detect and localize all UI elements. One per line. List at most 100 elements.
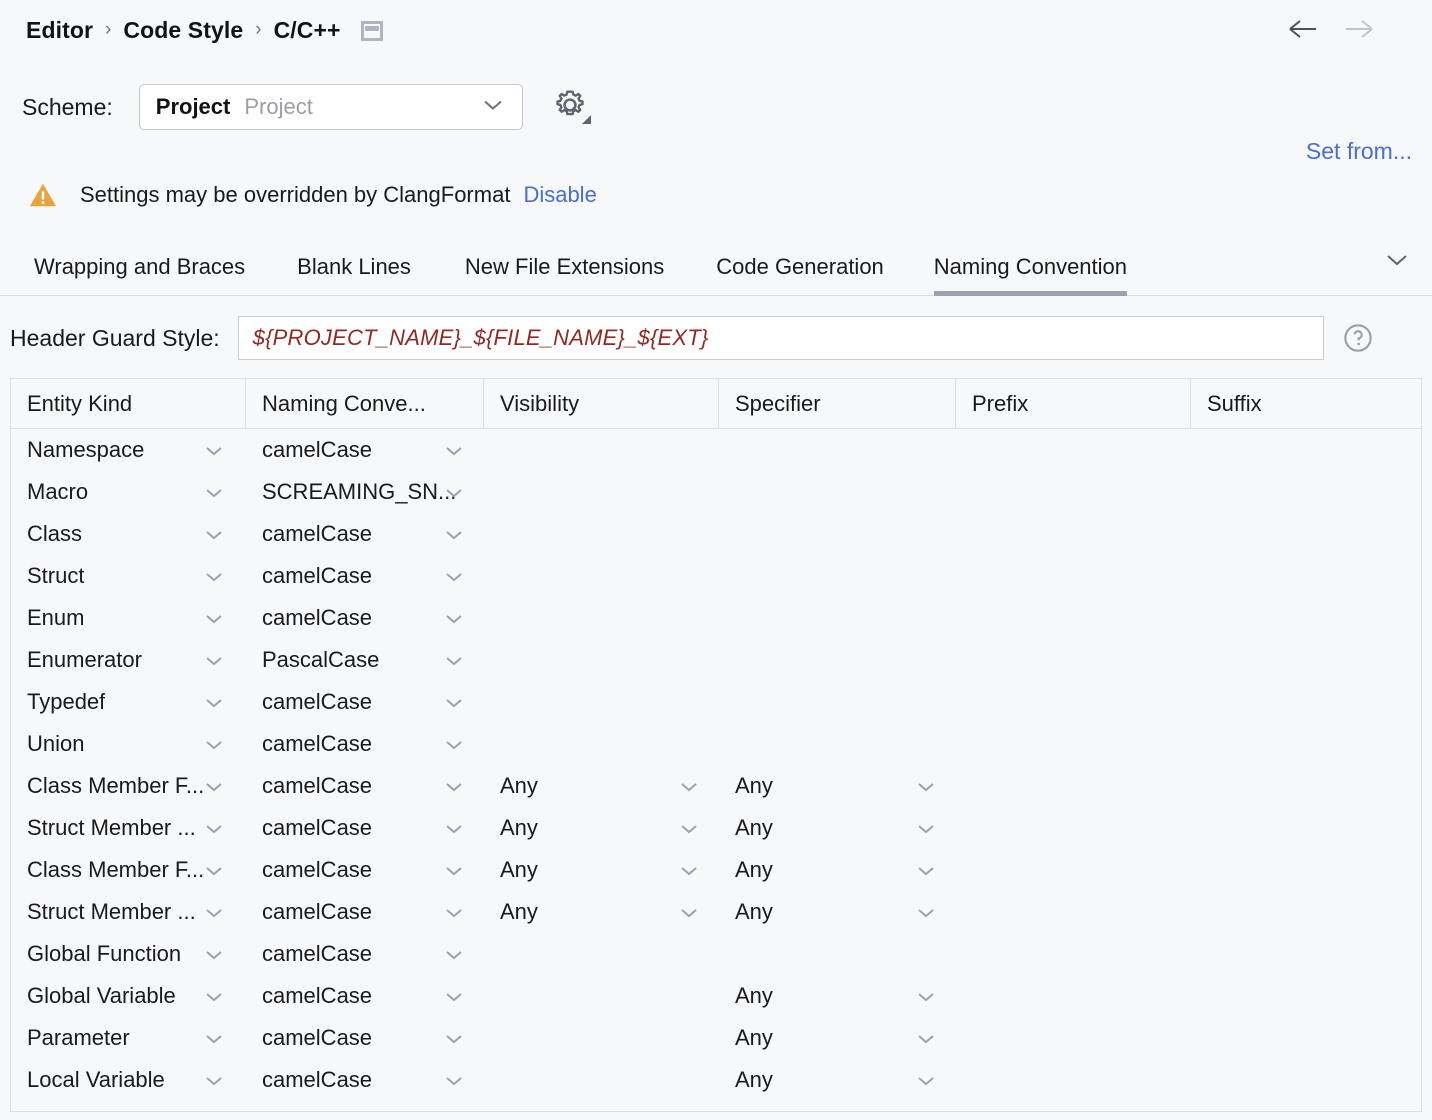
cell-entity-kind[interactable]: Class Member F... <box>11 849 246 891</box>
cell-visibility[interactable]: Any <box>484 765 719 807</box>
table-row[interactable]: Class Member F...camelCaseAnyAny <box>11 765 1421 807</box>
tab-naming-convention[interactable]: Naming Convention <box>934 240 1127 296</box>
cell-naming-convention[interactable]: camelCase <box>246 975 484 1017</box>
cell-entity-kind[interactable]: Typedef <box>11 681 246 723</box>
table-row[interactable]: NamespacecamelCase <box>11 429 1421 471</box>
cell-specifier[interactable]: Any <box>719 891 956 933</box>
cell-specifier <box>719 681 956 723</box>
column-header-suffix[interactable]: Suffix <box>1191 379 1421 428</box>
cell-entity-kind[interactable]: Global Variable <box>11 975 246 1017</box>
table-row[interactable]: Enum camelCase <box>11 597 1421 639</box>
cell-entity-kind[interactable]: Struct Member ... <box>11 891 246 933</box>
tab-new-file-extensions[interactable]: New File Extensions <box>465 240 664 296</box>
column-header-naming-convention[interactable]: Naming Conve... <box>246 379 484 428</box>
column-header-prefix[interactable]: Prefix <box>956 379 1191 428</box>
cell-naming-convention[interactable]: camelCase <box>246 891 484 933</box>
cell-specifier <box>719 555 956 597</box>
gear-icon[interactable] <box>553 88 589 126</box>
tab-blank-lines[interactable]: Blank Lines <box>297 240 411 296</box>
cell-entity-kind[interactable]: Enumerator <box>11 639 246 681</box>
cell-specifier[interactable]: Any <box>719 849 956 891</box>
cell-naming-convention[interactable]: PascalCase <box>246 639 484 681</box>
cell-entity-kind[interactable]: Class <box>11 513 246 555</box>
cell-entity-kind[interactable]: Struct <box>11 555 246 597</box>
tab-code-generation[interactable]: Code Generation <box>716 240 884 296</box>
cell-prefix <box>956 471 1191 513</box>
table-row[interactable]: EnumeratorPascalCase <box>11 639 1421 681</box>
cell-visibility[interactable]: Any <box>484 849 719 891</box>
cell-naming-convention[interactable]: camelCase <box>246 723 484 765</box>
cell-entity-kind[interactable]: Macro <box>11 471 246 513</box>
cell-entity-kind[interactable]: Class Member F... <box>11 765 246 807</box>
cell-naming-convention[interactable]: camelCase <box>246 681 484 723</box>
cell-value: Any <box>500 857 538 883</box>
scheme-select[interactable]: Project Project <box>139 84 523 130</box>
cell-visibility[interactable]: Any <box>484 891 719 933</box>
tab-wrapping-and-braces[interactable]: Wrapping and Braces <box>34 240 245 296</box>
table-row[interactable]: ClasscamelCase <box>11 513 1421 555</box>
cell-naming-convention[interactable]: camelCase <box>246 765 484 807</box>
cell-naming-convention[interactable]: camelCase <box>246 1017 484 1059</box>
breadcrumb-item-code-style[interactable]: Code Style <box>123 17 243 44</box>
cell-naming-convention[interactable]: SCREAMING_SN... <box>246 471 484 513</box>
chevron-down-icon <box>444 696 464 714</box>
header-guard-value: ${PROJECT_NAME}_${FILE_NAME}_${EXT} <box>253 325 709 351</box>
table-row[interactable]: Macro SCREAMING_SN... <box>11 471 1421 513</box>
cell-value: Struct <box>27 563 84 589</box>
table-row[interactable]: Class Member F...camelCase Any Any <box>11 849 1421 891</box>
table-row[interactable]: ParametercamelCase Any <box>11 1017 1421 1059</box>
chevron-down-icon <box>204 780 224 798</box>
cell-suffix <box>1191 1059 1421 1101</box>
table-row[interactable]: Local VariablecamelCase Any <box>11 1059 1421 1101</box>
chevron-down-icon[interactable] <box>1384 252 1410 273</box>
help-circle-icon[interactable] <box>1342 322 1374 354</box>
chevron-down-icon <box>679 780 699 798</box>
cell-specifier[interactable]: Any <box>719 975 956 1017</box>
cell-specifier[interactable]: Any <box>719 1017 956 1059</box>
cell-specifier[interactable]: Any <box>719 765 956 807</box>
cell-suffix <box>1191 597 1421 639</box>
cell-entity-kind[interactable]: Global Function <box>11 933 246 975</box>
cell-entity-kind[interactable]: Local Variable <box>11 1059 246 1101</box>
breadcrumb-item-cpp[interactable]: C/C++ <box>274 17 341 44</box>
cell-naming-convention[interactable]: camelCase <box>246 807 484 849</box>
column-header-visibility[interactable]: Visibility <box>484 379 719 428</box>
cell-naming-convention[interactable]: camelCase <box>246 933 484 975</box>
cell-entity-kind[interactable]: Namespace <box>11 429 246 471</box>
table-row[interactable]: Struct Member ... camelCase AnyAny <box>11 807 1421 849</box>
arrow-left-icon[interactable] <box>1286 14 1320 44</box>
cell-naming-convention[interactable]: camelCase <box>246 849 484 891</box>
breadcrumb: Editor › Code Style › C/C++ <box>26 12 383 48</box>
column-header-entity-kind[interactable]: Entity Kind <box>11 379 246 428</box>
set-from-link[interactable]: Set from... <box>1306 138 1412 165</box>
table-row[interactable]: Struct camelCase <box>11 555 1421 597</box>
cell-naming-convention[interactable]: camelCase <box>246 513 484 555</box>
cell-specifier[interactable]: Any <box>719 807 956 849</box>
breadcrumb-item-editor[interactable]: Editor <box>26 17 93 44</box>
header-guard-input[interactable]: ${PROJECT_NAME}_${FILE_NAME}_${EXT} <box>238 316 1324 360</box>
cell-specifier[interactable]: Any <box>719 1059 956 1101</box>
cell-visibility <box>484 555 719 597</box>
cell-value: camelCase <box>262 605 372 631</box>
window-panel-icon[interactable] <box>361 21 383 41</box>
cell-naming-convention[interactable]: camelCase <box>246 597 484 639</box>
cell-visibility <box>484 429 719 471</box>
cell-value: SCREAMING_SN... <box>262 479 456 505</box>
disable-clangformat-link[interactable]: Disable <box>523 182 596 208</box>
table-row[interactable]: UnioncamelCase <box>11 723 1421 765</box>
cell-suffix <box>1191 891 1421 933</box>
cell-value: camelCase <box>262 815 372 841</box>
cell-entity-kind[interactable]: Enum <box>11 597 246 639</box>
cell-naming-convention[interactable]: camelCase <box>246 1059 484 1101</box>
cell-entity-kind[interactable]: Union <box>11 723 246 765</box>
cell-entity-kind[interactable]: Struct Member ... <box>11 807 246 849</box>
column-header-specifier[interactable]: Specifier <box>719 379 956 428</box>
cell-visibility[interactable]: Any <box>484 807 719 849</box>
cell-naming-convention[interactable]: camelCase <box>246 555 484 597</box>
table-row[interactable]: Global FunctioncamelCase <box>11 933 1421 975</box>
cell-entity-kind[interactable]: Parameter <box>11 1017 246 1059</box>
table-row[interactable]: TypedefcamelCase <box>11 681 1421 723</box>
cell-naming-convention[interactable]: camelCase <box>246 429 484 471</box>
table-row[interactable]: Global VariablecamelCase Any <box>11 975 1421 1017</box>
table-row[interactable]: Struct Member ...camelCaseAnyAny <box>11 891 1421 933</box>
